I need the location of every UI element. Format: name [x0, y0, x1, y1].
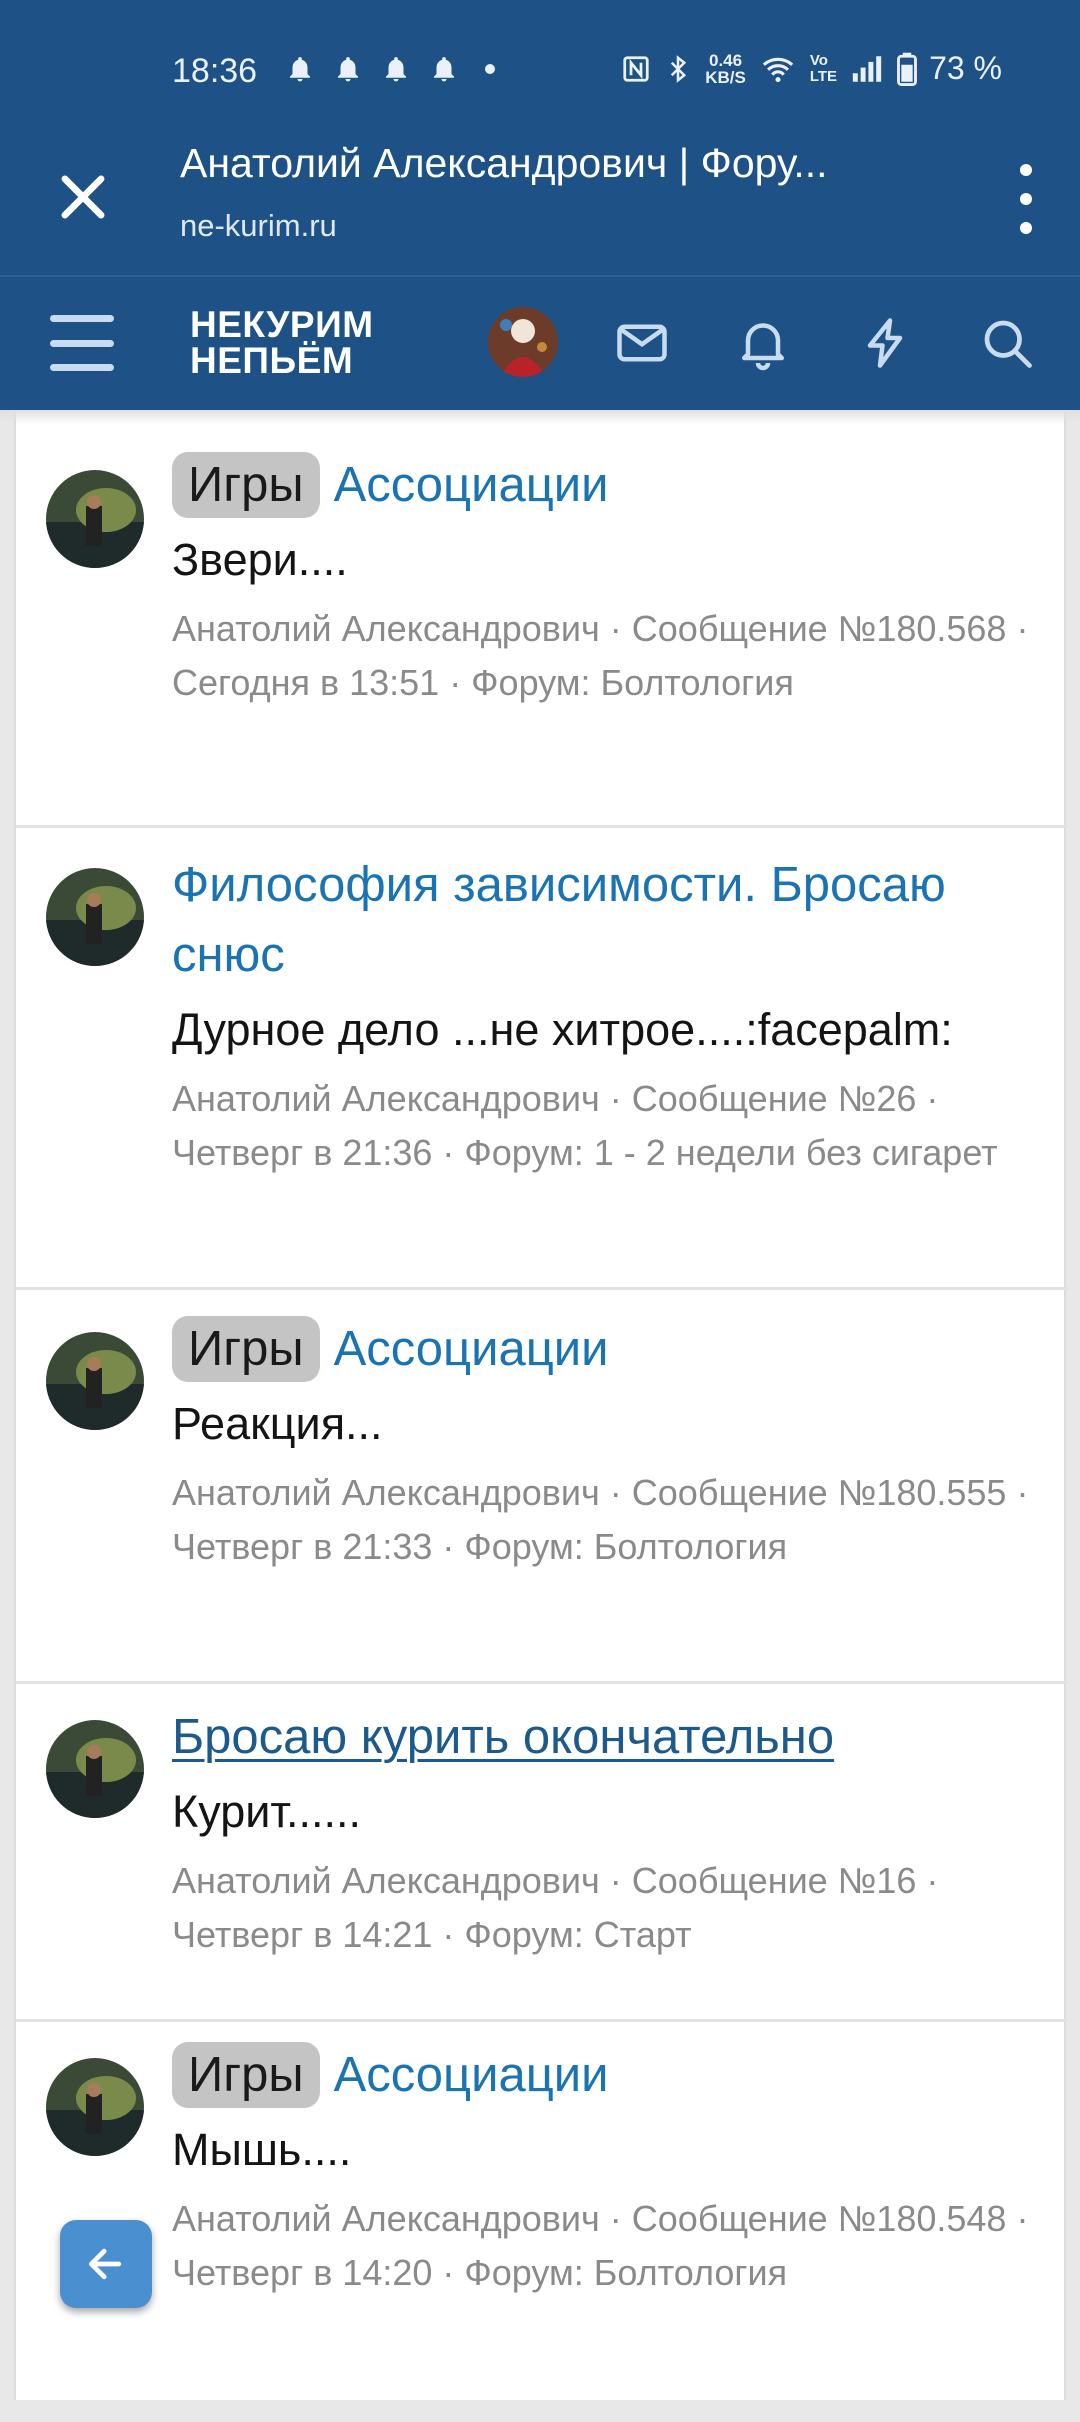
site-navbar: НЕКУРИМ НЕПЬЁМ: [0, 277, 1080, 410]
kebab-menu-icon[interactable]: [1014, 164, 1038, 234]
bell-notification-icon: [290, 57, 310, 82]
list-item[interactable]: Игры Ассоциации Реакция... Анатолий Алекс…: [16, 1290, 1068, 1684]
post-snippet: Мышь....: [172, 2124, 352, 2175]
item-title-line: Игры Ассоциации: [172, 2040, 1038, 2110]
back-to-top-button[interactable]: [60, 2220, 152, 2308]
search-results-list: Игры Ассоциации Звери.... Анатолий Алекса…: [14, 410, 1068, 2400]
post-meta: Анатолий Александрович · Сообщение №16 ·…: [172, 1860, 939, 1955]
net-speed: 0.46 KB/S: [705, 52, 746, 86]
post-meta: Анатолий Александрович · Сообщение №180.…: [172, 1472, 1029, 1567]
thread-prefix[interactable]: Игры: [172, 1316, 320, 1382]
thread-prefix[interactable]: Игры: [172, 2042, 320, 2108]
thread-title-link[interactable]: Ассоциации: [334, 458, 609, 512]
avatar[interactable]: [46, 1332, 144, 1430]
status-bar: 18:36 0.46 KB/S Vo LTE 73 %: [0, 0, 1080, 120]
site-logo[interactable]: НЕКУРИМ НЕПЬЁМ: [190, 304, 374, 381]
item-title-line: Философия зависимости. Бросаю снюс: [172, 850, 1038, 990]
item-body: Игры Ассоциации Звери.... Анатолий Алекса…: [172, 450, 1038, 710]
nfc-icon: [623, 55, 649, 82]
volte-bottom: LTE: [809, 67, 838, 85]
status-right: 0.46 KB/S Vo LTE 73 %: [621, 50, 1002, 87]
item-title-line: Игры Ассоциации: [172, 1314, 1038, 1384]
volte-top: Vo: [809, 51, 828, 69]
list-item[interactable]: Игры Ассоциации Звери.... Анатолий Алекса…: [16, 424, 1068, 828]
user-avatar-image: [488, 307, 558, 377]
list-item[interactable]: Философия зависимости. Бросаю снюс Дурно…: [16, 828, 1068, 1290]
lightning-icon[interactable]: [855, 313, 915, 373]
signal-icon: [852, 55, 882, 82]
list-item[interactable]: Игры Ассоциации Мышь.... Анатолий Алексан…: [16, 2022, 1068, 2422]
item-body: Игры Ассоциации Реакция... Анатолий Алекс…: [172, 1314, 1038, 1574]
net-speed-value: 0.46: [708, 50, 743, 70]
bell-notification-icon: [386, 57, 406, 82]
tab-url: ne-kurim.ru: [180, 208, 337, 243]
net-speed-unit: KB/S: [705, 67, 746, 87]
post-snippet: Звери....: [172, 534, 348, 585]
hamburger-icon[interactable]: [50, 315, 114, 371]
thread-title-link[interactable]: Ассоциации: [334, 1322, 609, 1376]
bell-notification-icon: [434, 57, 454, 82]
thread-title-link[interactable]: Бросаю курить окончательно: [172, 1710, 834, 1764]
post-meta: Анатолий Александрович · Сообщение №26 ·…: [172, 1078, 998, 1173]
item-title-line: Бросаю курить окончательно: [172, 1702, 1038, 1772]
thread-title-link[interactable]: Ассоциации: [334, 2048, 609, 2102]
status-time: 18:36: [172, 52, 258, 90]
item-title-line: Игры Ассоциации: [172, 450, 1038, 520]
list-top-shadow: [0, 410, 1080, 424]
avatar[interactable]: [46, 2058, 144, 2156]
user-avatar[interactable]: [488, 307, 558, 377]
post-snippet: Дурное дело ...не хитрое....:facepalm:: [172, 1004, 953, 1055]
avatar[interactable]: [46, 868, 144, 966]
thread-title-link[interactable]: Философия зависимости. Бросаю снюс: [172, 858, 946, 982]
post-meta: Анатолий Александрович · Сообщение №180.…: [172, 2198, 1029, 2293]
item-body: Игры Ассоциации Мышь.... Анатолий Алексан…: [172, 2040, 1038, 2300]
close-icon[interactable]: [52, 166, 114, 228]
bluetooth-icon: [671, 54, 687, 83]
search-icon[interactable]: [977, 313, 1037, 373]
volte-indicator: Vo LTE: [809, 51, 838, 85]
battery-icon: [897, 52, 917, 86]
post-meta: Анатолий Александрович · Сообщение №180.…: [172, 608, 1029, 703]
more-notifications-dot: [485, 64, 495, 74]
logo-line2: НЕПЬЁМ: [190, 340, 354, 381]
browser-header: 18:36 0.46 KB/S Vo LTE 73 % Анатолий Але…: [0, 0, 1080, 277]
arrow-left-icon: [88, 2248, 122, 2280]
bell-icon[interactable]: [733, 313, 793, 373]
item-body: Философия зависимости. Бросаю снюс Дурно…: [172, 850, 1038, 1180]
wifi-icon: [762, 57, 794, 82]
custom-tab-bar: Анатолий Александрович | Фору... ne-kuri…: [0, 120, 1080, 277]
envelope-icon[interactable]: [612, 313, 672, 373]
logo-line1: НЕКУРИМ: [190, 304, 374, 345]
avatar[interactable]: [46, 1720, 144, 1818]
notification-icons: [285, 54, 495, 84]
item-body: Бросаю курить окончательно Курит...... А…: [172, 1702, 1038, 1962]
post-snippet: Курит......: [172, 1786, 362, 1837]
list-item[interactable]: Бросаю курить окончательно Курит...... А…: [16, 1684, 1068, 2022]
bell-notification-icon: [338, 57, 358, 82]
avatar[interactable]: [46, 470, 144, 568]
battery-percent: 73 %: [929, 50, 1002, 86]
post-snippet: Реакция...: [172, 1398, 383, 1449]
thread-prefix[interactable]: Игры: [172, 452, 320, 518]
tab-title: Анатолий Александрович | Фору...: [180, 140, 828, 186]
